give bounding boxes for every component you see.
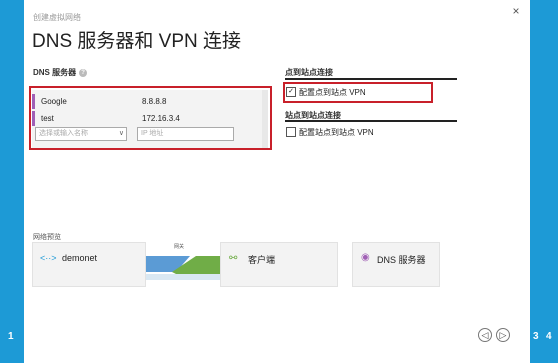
dns-server-icon: ◉	[361, 252, 370, 263]
p2s-section-label: 点到站点连接	[285, 68, 333, 77]
s2s-checkbox-label[interactable]: 配置站点到站点 VPN	[299, 127, 374, 138]
dns-card: ◉ DNS 服务器	[352, 242, 440, 287]
help-icon[interactable]: ?	[79, 68, 88, 77]
network-preview-label: 网络预览	[33, 234, 61, 241]
step-number-3[interactable]: 3	[533, 331, 539, 342]
next-button[interactable]: ▷	[496, 328, 510, 342]
dns-card-label: DNS 服务器	[377, 255, 426, 265]
gateway-band-base	[146, 274, 220, 280]
wizard-step-rail-right: 3 4	[530, 0, 558, 363]
step-number-1[interactable]: 1	[8, 331, 14, 342]
gateway-connector	[146, 256, 220, 280]
step-number-4[interactable]: 4	[546, 331, 552, 342]
page-title: DNS 服务器和 VPN 连接	[32, 31, 242, 52]
wizard-step-rail-left: 1	[0, 0, 24, 363]
clients-icon: ⚯	[229, 253, 238, 264]
highlight-box-p2s	[283, 82, 433, 103]
highlight-box-dns	[29, 86, 272, 150]
vnet-card: <··> demonet	[32, 242, 146, 287]
vnet-name: demonet	[62, 253, 98, 263]
dns-section-label: DNS 服务器?	[33, 67, 88, 78]
wizard-subtitle: 创建虚拟网络	[33, 13, 81, 22]
clients-label: 客户端	[248, 255, 276, 265]
close-icon[interactable]: ×	[509, 4, 523, 18]
section-divider	[285, 78, 457, 80]
clients-card: ⚯ 客户端	[220, 242, 338, 287]
dns-section-text: DNS 服务器	[33, 68, 77, 77]
back-button[interactable]: ◁	[478, 328, 492, 342]
s2s-checkbox[interactable]	[286, 127, 296, 137]
vnet-icon: <··>	[40, 253, 57, 263]
gateway-label: 网关	[174, 244, 185, 250]
section-divider	[285, 120, 457, 122]
wizard-dialog: × 创建虚拟网络 DNS 服务器和 VPN 连接 DNS 服务器? Google…	[24, 0, 530, 363]
